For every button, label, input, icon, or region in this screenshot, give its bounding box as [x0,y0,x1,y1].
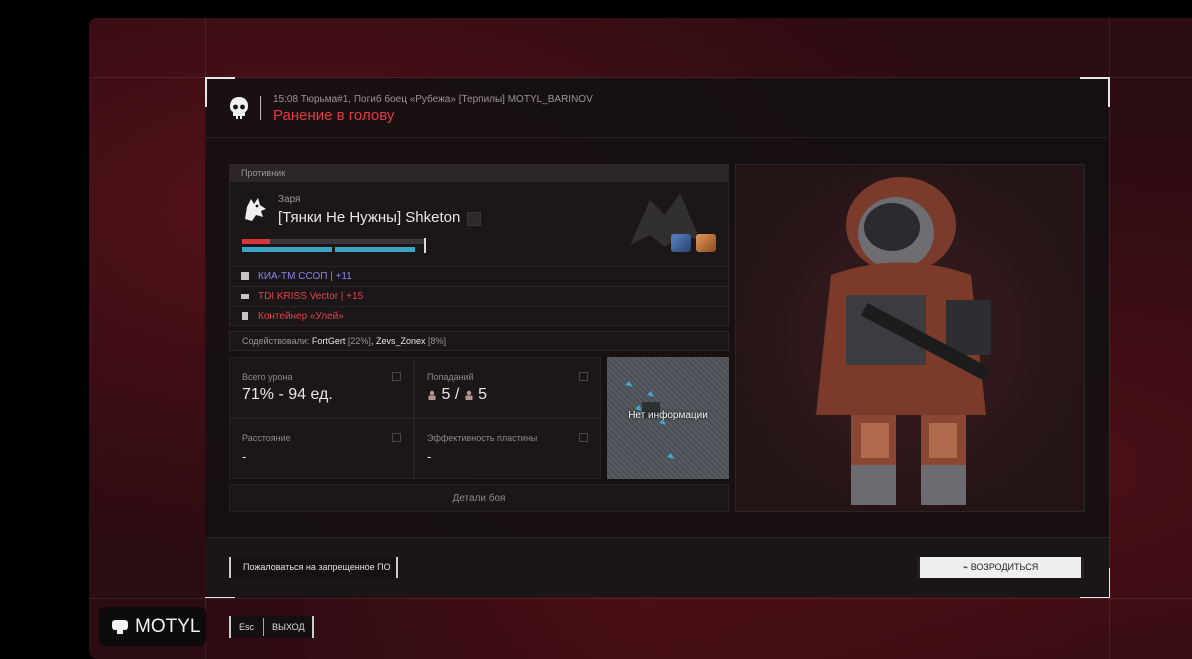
info-icon[interactable] [579,433,588,442]
stat-value: 5 / 5 [427,386,487,404]
enemy-section-label: Противник [241,168,286,178]
assist-separator: , [370,336,374,346]
container-icon [242,312,248,320]
equipment-row: КИА-ТМ ССОП | +11 [229,266,729,286]
death-event-meta: 15:08 Тюрьма#1, Погиб боец «Рубежа» [Тер… [273,94,593,105]
info-icon[interactable] [392,372,401,381]
exit-button[interactable]: Esc ВЫХОД [229,616,314,638]
armor-bar [335,247,415,252]
medkit-item-icon [671,234,691,252]
pulse-icon: ⌁ [962,562,969,572]
minimap-label: Нет информации [628,410,708,421]
stat-value: 71% - 94 ед. [242,386,333,403]
player-tag: MOTYL [99,607,206,646]
hits-value: 5 [441,386,451,403]
enemy-clan: Заря [278,194,301,205]
damage-stat: Всего урона 71% - 94 ед. [229,357,414,418]
character-figure [816,177,992,505]
esc-key-hint: Esc [239,622,255,632]
respawn-button[interactable]: ⌁ ВОЗРОДИТЬСЯ [917,557,1084,578]
plate-efficiency-stat: Эффективность пластины - [414,418,601,479]
skull-icon [230,97,248,119]
assist-player: FortGert [311,336,346,346]
guide-line [1109,18,1110,659]
stat-label: Попаданий [427,372,474,382]
respawn-label: ВОЗРОДИТЬСЯ [970,562,1039,572]
faction-wolf-icon [245,198,266,221]
info-icon[interactable] [392,433,401,442]
equipment-row: TDI KRISS Vector | +15 [229,286,729,306]
assist-player: Zevs_Zonex [375,336,426,346]
assist-line: Содействовали: FortGert [22%], Zevs_Zone… [229,331,729,351]
stat-label: Эффективность пластины [427,433,538,443]
enemy-name: [Тянки Не Нужны] Shketon [278,209,461,226]
armor-icon [241,272,249,280]
enemy-character-portrait [735,164,1085,512]
minimap[interactable]: Нет информации [607,357,729,479]
info-icon[interactable] [579,372,588,381]
header-divider [260,96,261,120]
food-item-icon [696,234,716,252]
stat-value: - [427,449,432,464]
stat-label: Всего урона [242,372,293,382]
chat-icon [112,620,128,634]
copy-icon[interactable] [467,212,481,226]
equipment-text: TDI KRISS Vector | +15 [258,291,364,302]
hits-stat: Попаданий 5 / 5 [414,357,601,418]
equipment-text: Контейнер «Улей» [258,311,344,322]
person-icon [428,390,436,400]
battle-details-button[interactable]: Детали боя [229,484,729,512]
health-bar [242,239,270,244]
armor-bar [242,247,332,252]
distance-stat: Расстояние - [229,418,414,479]
hits-separator: / [454,386,460,403]
guide-line [89,598,1192,599]
death-cause-title: Ранение в голову [273,107,395,124]
exit-divider [263,618,264,636]
stat-label: Расстояние [242,433,291,443]
equipment-row: Контейнер «Улей» [229,306,729,326]
player-name: MOTYL [135,616,201,637]
hits-value: 5 [478,386,488,403]
bar-end-marker [424,238,426,253]
gun-icon [241,294,249,299]
equipment-text: КИА-ТМ ССОП | +11 [258,271,352,282]
exit-label: ВЫХОД [272,622,305,632]
assist-percent: [22%] [347,336,371,346]
assist-label: Содействовали: [242,336,310,346]
report-cheater-button[interactable]: Пожаловаться на запрещенное ПО [229,557,398,578]
enemy-section-header: Противник [229,164,729,182]
assist-percent: [8%] [428,336,447,346]
person-icon [465,390,473,400]
stat-value: - [242,449,247,464]
